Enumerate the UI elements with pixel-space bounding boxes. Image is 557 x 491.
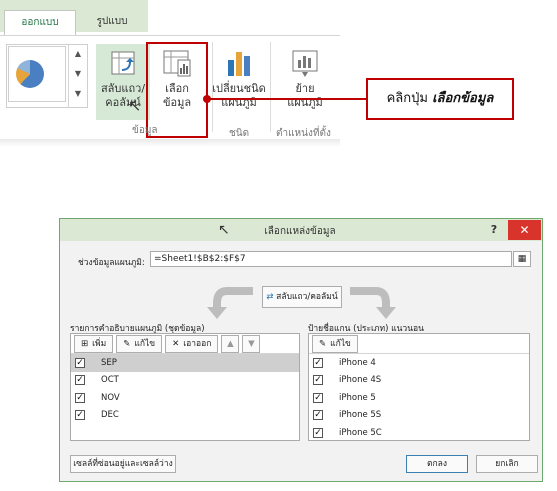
list-item[interactable]: ✓ iPhone 4S bbox=[309, 372, 529, 390]
category-name: iPhone 4 bbox=[339, 357, 376, 368]
callout-connector bbox=[208, 98, 368, 100]
checkbox[interactable]: ✓ bbox=[313, 392, 323, 403]
instruction-callout: คลิกปุ่ม เลือกข้อมูล bbox=[366, 78, 514, 120]
dialog-title: เลือกแหล่งข้อมูล bbox=[264, 226, 336, 237]
series-name: NOV bbox=[101, 392, 120, 403]
gallery-more-icon[interactable]: ▼ bbox=[69, 84, 87, 104]
chevron-down-icon[interactable]: ▼ bbox=[69, 64, 87, 84]
switch-label: สลับแถว/คอลัมน์ bbox=[276, 292, 338, 302]
change-chart-type-icon bbox=[228, 52, 250, 76]
category-name: iPhone 5C bbox=[339, 427, 382, 438]
series-name: SEP bbox=[101, 357, 117, 368]
tab-format[interactable]: รูปแบบ bbox=[82, 12, 142, 32]
hidden-empty-cells-button[interactable]: เซลล์ที่ซ่อนอยู่และเซลล์ว่าง bbox=[70, 455, 176, 473]
checkbox[interactable]: ✓ bbox=[313, 410, 323, 421]
tab-design[interactable]: ออกแบบ bbox=[4, 10, 76, 36]
series-name: OCT bbox=[101, 375, 119, 386]
ok-button[interactable]: ตกลง bbox=[406, 455, 468, 473]
list-item[interactable]: ✓ iPhone 5C bbox=[309, 424, 529, 442]
list-item[interactable]: ✓ SEP bbox=[71, 354, 299, 372]
checkbox[interactable]: ✓ bbox=[75, 392, 85, 403]
callout-emphasis: เลือกข้อมูล bbox=[432, 91, 494, 106]
list-item[interactable]: ✓ iPhone 5S bbox=[309, 407, 529, 425]
group-label-data: ข้อมูล bbox=[132, 125, 158, 136]
legend-toolbar: ⊞ เพิ่ม ✎ แก้ไข ✕ เอาออก ▲ ▼ bbox=[71, 334, 299, 354]
remove-label: เอาออก bbox=[183, 338, 212, 349]
mouse-cursor-icon: ↖ bbox=[128, 96, 142, 115]
group-label-type: ชนิด bbox=[229, 128, 250, 139]
edit-axis-labels-button[interactable]: ✎ แก้ไข bbox=[312, 334, 358, 353]
select-data-icon bbox=[163, 50, 191, 77]
close-button[interactable]: ✕ bbox=[508, 220, 541, 240]
list-item[interactable]: ✓ OCT bbox=[71, 372, 299, 390]
curved-arrow-right-icon bbox=[350, 287, 396, 319]
list-item[interactable]: ✓ iPhone 5 bbox=[309, 389, 529, 407]
axis-toolbar: ✎ แก้ไข bbox=[309, 334, 529, 354]
checkbox[interactable]: ✓ bbox=[313, 375, 323, 386]
switch-icon: ⇄ bbox=[266, 292, 274, 302]
select-data-label-2: ข้อมูล bbox=[162, 96, 192, 109]
move-down-icon[interactable]: ▼ bbox=[242, 334, 261, 353]
callout-dot bbox=[203, 95, 211, 103]
pie-chart-icon bbox=[16, 60, 44, 88]
edit-icon: ✎ bbox=[123, 338, 131, 349]
checkbox[interactable]: ✓ bbox=[75, 357, 85, 368]
checkbox[interactable]: ✓ bbox=[75, 375, 85, 386]
chart-data-range-label: ช่วงข้อมูลแผนภูมิ: bbox=[78, 258, 145, 268]
edit-icon: ✎ bbox=[319, 338, 327, 349]
category-name: iPhone 5 bbox=[339, 392, 376, 403]
list-item[interactable]: ✓ NOV bbox=[71, 389, 299, 407]
add-icon: ⊞ bbox=[81, 338, 89, 349]
move-up-icon[interactable]: ▲ bbox=[221, 334, 240, 353]
legend-entries-pane: ⊞ เพิ่ม ✎ แก้ไข ✕ เอาออก ▲ ▼ ✓ SEP ✓ OCT… bbox=[70, 333, 300, 441]
axis-labels-pane: ✎ แก้ไข ✓ iPhone 4 ✓ iPhone 4S ✓ iPhone … bbox=[308, 333, 530, 441]
switch-label-2: คอลัมน์ bbox=[105, 96, 141, 109]
checkbox[interactable]: ✓ bbox=[313, 427, 323, 438]
switch-row-column-dialog-button[interactable]: ⇄ สลับแถว/คอลัมน์ bbox=[262, 286, 342, 308]
curved-arrow-left-icon bbox=[207, 287, 253, 319]
gallery-scroll: ▲ ▼ ▼ bbox=[68, 44, 88, 108]
chevron-up-icon[interactable]: ▲ bbox=[69, 44, 87, 64]
group-separator bbox=[270, 42, 271, 132]
checkbox[interactable]: ✓ bbox=[75, 410, 85, 421]
category-name: iPhone 4S bbox=[339, 375, 382, 386]
move-chart-button[interactable]: ย้าย แผนภูมิ bbox=[276, 46, 334, 122]
collapse-dialog-icon[interactable]: ▦ bbox=[513, 251, 531, 267]
select-data-label-1: เลือก bbox=[165, 82, 189, 95]
change-chart-type-button[interactable]: เปลี่ยนชนิด แผนภูมิ bbox=[210, 46, 268, 122]
list-item[interactable]: ✓ iPhone 4 bbox=[309, 354, 529, 372]
remove-icon: ✕ bbox=[172, 338, 180, 349]
callout-prefix: คลิกปุ่ม bbox=[386, 91, 433, 106]
add-label: เพิ่ม bbox=[92, 338, 107, 349]
category-name: iPhone 5S bbox=[339, 410, 382, 421]
edit-series-button[interactable]: ✎ แก้ไข bbox=[116, 334, 163, 353]
remove-series-button[interactable]: ✕ เอาออก bbox=[165, 334, 219, 353]
group-label-location: ตำแหน่งที่ตั้ง bbox=[276, 128, 331, 139]
edit-label: แก้ไข bbox=[134, 338, 156, 349]
edit-label: แก้ไข bbox=[330, 338, 351, 349]
select-data-button[interactable]: เลือก ข้อมูล bbox=[150, 46, 204, 122]
move-chart-label-1: ย้าย bbox=[295, 82, 315, 95]
switch-label-1: สลับแถว/ bbox=[100, 82, 146, 95]
chart-data-range-input[interactable]: =Sheet1!$B$2:$F$7 bbox=[150, 251, 512, 267]
move-chart-icon bbox=[292, 50, 318, 77]
help-icon[interactable]: ? bbox=[484, 221, 504, 239]
series-name: DEC bbox=[101, 410, 119, 421]
list-item[interactable]: ✓ DEC bbox=[71, 407, 299, 425]
cancel-button[interactable]: ยกเลิก bbox=[476, 455, 538, 473]
switch-row-column-icon bbox=[111, 51, 135, 75]
switch-row-column-button[interactable]: สลับแถว/ คอลัมน์ bbox=[96, 44, 150, 120]
add-series-button[interactable]: ⊞ เพิ่ม bbox=[74, 334, 114, 353]
checkbox[interactable]: ✓ bbox=[313, 357, 323, 368]
change-type-label-1: เปลี่ยนชนิด bbox=[212, 82, 266, 95]
